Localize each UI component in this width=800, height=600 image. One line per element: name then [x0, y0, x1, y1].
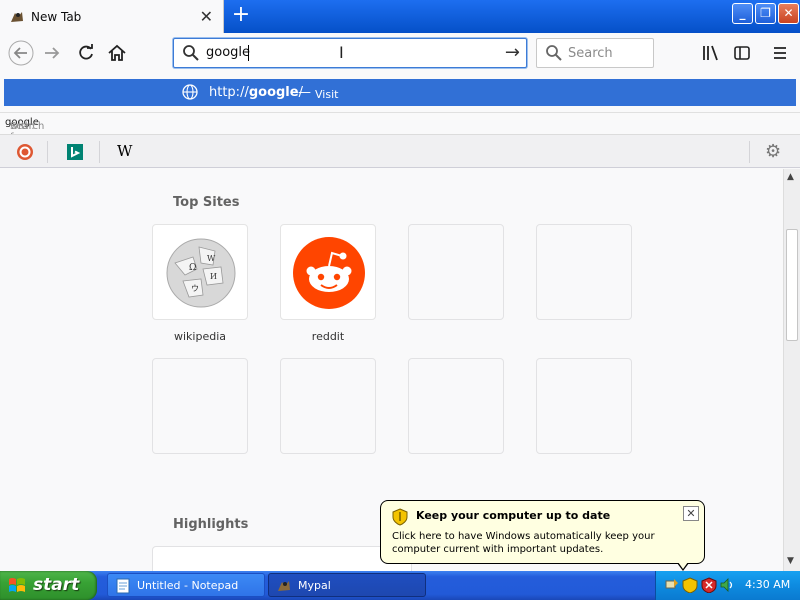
engine-divider [749, 141, 750, 163]
security-shield-icon[interactable] [682, 577, 698, 593]
top-site-tile-empty[interactable] [152, 358, 248, 454]
gear-icon[interactable]: ⚙ [765, 141, 781, 162]
reddit-icon [293, 237, 365, 309]
reload-icon[interactable] [76, 43, 96, 63]
search-with-row: Search for google with: [0, 112, 800, 143]
update-notification-balloon[interactable]: Keep your computer up to date ✕ Click he… [380, 500, 705, 571]
top-sites-heading: Top Sites [173, 195, 240, 210]
balloon-title: Keep your computer up to date [416, 509, 611, 522]
vertical-scrollbar[interactable]: ▲ ▼ [783, 169, 800, 571]
svg-text:ウ: ウ [191, 284, 199, 293]
home-icon[interactable] [107, 43, 127, 63]
svg-text:И: И [210, 272, 217, 281]
top-site-label: wikipedia [173, 330, 226, 343]
search-icon [183, 45, 199, 61]
security-shield-icon [392, 508, 408, 526]
windows-logo-icon [9, 578, 25, 592]
scroll-thumb[interactable] [786, 229, 798, 341]
menu-icon[interactable] [772, 45, 788, 61]
url-input[interactable]: google [206, 45, 250, 60]
duckduckgo-icon[interactable] [16, 143, 34, 161]
start-label: start [33, 575, 80, 595]
top-site-tile-reddit[interactable] [280, 224, 376, 320]
text-caret [248, 45, 249, 61]
highlight-card[interactable] [152, 546, 412, 571]
one-off-search-engines: W ⚙ [0, 134, 800, 168]
search-icon [546, 45, 562, 61]
mypal-icon [11, 11, 23, 22]
close-icon[interactable]: ✕ [683, 506, 699, 521]
scroll-down-icon[interactable]: ▼ [787, 556, 794, 566]
back-icon[interactable] [8, 40, 34, 66]
bing-icon[interactable] [66, 143, 84, 161]
top-site-tile-wikipedia[interactable]: Ω W И ウ [152, 224, 248, 320]
top-site-tile-empty[interactable] [536, 358, 632, 454]
wikipedia-globe-icon: Ω W И ウ [166, 238, 236, 308]
go-arrow-icon[interactable]: → [505, 42, 520, 63]
start-button[interactable]: start [0, 571, 97, 600]
highlights-heading: Highlights [173, 517, 249, 532]
balloon-text: Click here to have Windows automatically… [392, 531, 655, 555]
svg-text:Ω: Ω [189, 263, 196, 273]
top-site-label: reddit [311, 330, 345, 343]
volume-icon[interactable] [719, 577, 735, 593]
system-tray: 4:30 AM [655, 571, 800, 600]
new-tab-button[interactable]: + [228, 3, 254, 29]
tab-new-tab[interactable]: New Tab ✕ [0, 0, 224, 33]
mypal-icon [278, 581, 290, 591]
suggestion-dash: — [298, 85, 311, 100]
notepad-icon [116, 578, 130, 594]
network-icon[interactable] [664, 577, 680, 593]
tab-title: New Tab [31, 9, 82, 24]
maximize-button[interactable]: ❐ [755, 3, 776, 24]
suggestion-action: Visit [315, 88, 339, 101]
taskbar-item-label: Untitled - Notepad [137, 579, 239, 592]
close-window-button[interactable]: ✕ [778, 3, 799, 24]
sidebar-icon[interactable] [733, 44, 751, 62]
clock: 4:30 AM [745, 578, 791, 591]
minimize-button[interactable]: _ [732, 3, 753, 24]
engine-divider [99, 141, 100, 163]
balloon-tail-fill [678, 562, 688, 569]
url-suggestion-row[interactable]: http://google/ — Visit [4, 79, 796, 106]
security-alert-icon[interactable] [701, 577, 717, 593]
taskbar-item-mypal[interactable]: Mypal [268, 573, 426, 597]
close-tab-icon[interactable]: ✕ [200, 7, 213, 26]
taskbar-item-label: Mypal [298, 579, 331, 592]
top-site-tile-empty[interactable] [408, 358, 504, 454]
taskbar-item-notepad[interactable]: Untitled - Notepad [107, 573, 265, 597]
library-icon[interactable] [701, 43, 721, 63]
top-site-tile-empty[interactable] [408, 224, 504, 320]
ibeam-cursor-icon: I [339, 43, 344, 62]
url-bar[interactable]: google I → [173, 38, 527, 68]
forward-icon[interactable] [42, 43, 62, 63]
engine-divider [47, 141, 48, 163]
globe-icon [182, 84, 198, 100]
wikipedia-icon[interactable]: W [117, 142, 135, 160]
suggestion-url: http://google/ [209, 85, 303, 100]
search-placeholder: Search [568, 46, 613, 61]
scroll-up-icon[interactable]: ▲ [787, 172, 794, 182]
top-site-tile-empty[interactable] [280, 358, 376, 454]
search-with-label: Search for google with: [5, 117, 45, 143]
search-box[interactable]: Search [536, 38, 654, 68]
top-site-tile-empty[interactable] [536, 224, 632, 320]
svg-text:W: W [207, 254, 216, 263]
